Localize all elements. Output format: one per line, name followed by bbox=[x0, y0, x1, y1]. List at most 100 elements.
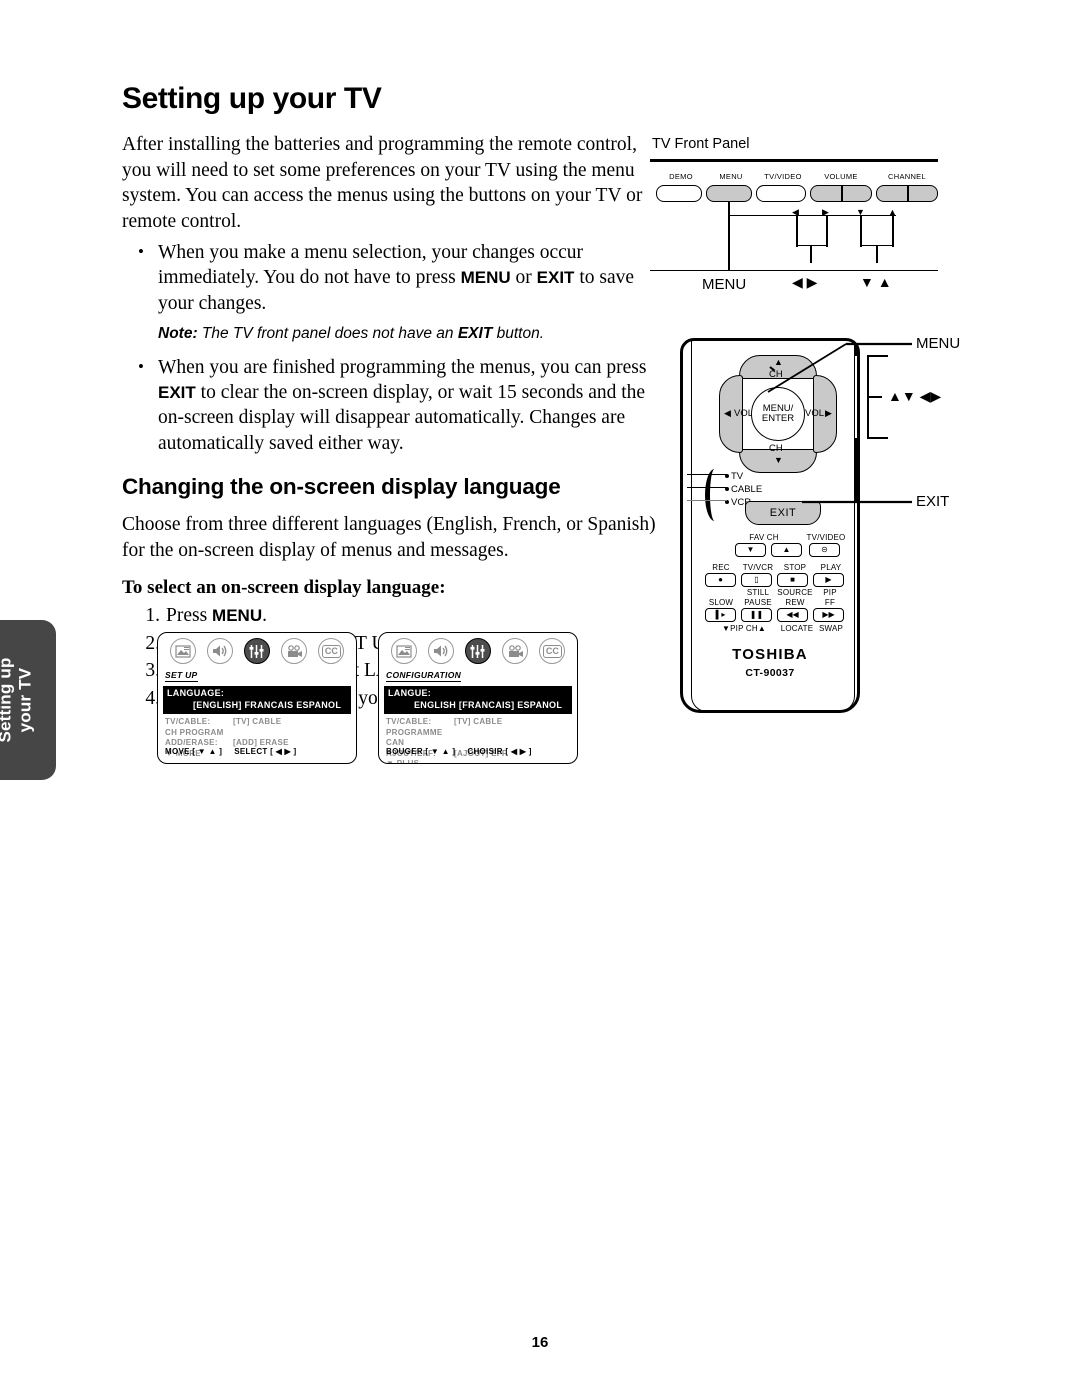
grid-button-fav-ch-down[interactable]: ▼ bbox=[735, 543, 766, 557]
grid-button-stop[interactable]: ■ bbox=[777, 573, 808, 587]
slow-icon: ▌▸ bbox=[715, 610, 726, 619]
section-thumb-tab: Setting up your TV bbox=[0, 620, 56, 780]
note-text-a: The TV front panel does not have an bbox=[197, 324, 458, 342]
section-title: Changing the on-screen display language bbox=[122, 474, 561, 500]
remote-dpad[interactable]: ▲ CH CH ▼ ◀ VOL VOL ▶ MENU/ ENTER bbox=[719, 355, 837, 473]
led-leader-tv bbox=[687, 474, 727, 476]
tv-front-panel-diagram: TV Front Panel DEMO MENU TV/VIDEO VOLUME… bbox=[650, 136, 942, 293]
note-exit-key: EXIT bbox=[457, 324, 493, 342]
bracket-vol-right bbox=[826, 214, 828, 247]
cc-icon-text: CC bbox=[542, 644, 562, 658]
bracket-ch-stem bbox=[876, 244, 878, 263]
procedure-subhead: To select an on-screen display language: bbox=[122, 577, 446, 599]
grid-label-tv-video: TV/VIDEO bbox=[806, 533, 846, 542]
setup-sliders-icon-glyph bbox=[470, 644, 485, 658]
video-source-icon-glyph bbox=[508, 644, 523, 657]
grid-button-play[interactable]: ▶ bbox=[813, 573, 844, 587]
remote-led-cable: CABLE bbox=[725, 484, 762, 495]
cc-icon-text: CC bbox=[321, 644, 341, 658]
rewind-icon: ◀◀ bbox=[786, 610, 799, 619]
audio-icon[interactable] bbox=[206, 638, 233, 664]
front-panel-label-volume: VOLUME bbox=[824, 171, 858, 181]
remote-control-diagram: ▲ CH CH ▼ ◀ VOL VOL ▶ MENU/ ENTER TV CAB… bbox=[650, 330, 980, 730]
dpad-left-arrow-icon: ◀ bbox=[724, 408, 731, 418]
front-panel-button-row: DEMO MENU TV/VIDEO VOLUME CHANNEL ◀ ▶ ▼ … bbox=[650, 171, 942, 293]
grid-label-slow: SLOW bbox=[708, 598, 734, 607]
osd-highlight-row-french[interactable]: LANGUE: ENGLISH [FRANCAIS] ESPANOL bbox=[384, 686, 572, 714]
remote-menu-enter-button[interactable]: MENU/ ENTER bbox=[751, 387, 805, 441]
setup-sliders-icon[interactable] bbox=[464, 638, 491, 664]
audio-icon[interactable] bbox=[427, 638, 454, 664]
front-panel-button-demo[interactable] bbox=[656, 184, 702, 202]
remote-brand-label: TOSHIBA bbox=[732, 646, 808, 663]
front-panel-callout-left-right-arrows: ◀ ▶ bbox=[792, 274, 817, 291]
grid-label-source: SOURCE bbox=[777, 588, 813, 597]
section-paragraph: Choose from three different languages (E… bbox=[122, 514, 656, 561]
grid-label-rew: REW bbox=[785, 598, 805, 607]
osd-screenshot-english: CC SET UP LANGUAGE: [ENGLISH] FRANCAIS E… bbox=[157, 632, 357, 764]
grid-button-slow[interactable]: ▌▸ bbox=[705, 608, 736, 622]
front-panel-button-volume[interactable] bbox=[810, 184, 872, 202]
dpad-up-arrow-icon: ▲ bbox=[774, 357, 783, 367]
front-panel-label-menu: MENU bbox=[719, 171, 743, 181]
tab-line-2: your TV bbox=[16, 667, 36, 733]
osd-row-ch-program-en[interactable]: CH PROGRAM bbox=[165, 728, 356, 739]
bracket-vol-left bbox=[796, 214, 798, 247]
picture-icon[interactable] bbox=[390, 638, 417, 664]
picture-icon-glyph bbox=[395, 644, 412, 658]
grid-button-rew[interactable]: ◀◀ bbox=[777, 608, 808, 622]
grid-label-stop: STOP bbox=[783, 563, 807, 572]
grid-button-tv-vcr[interactable]: ▯ bbox=[741, 573, 772, 587]
fast-forward-icon: ▶▶ bbox=[822, 610, 835, 619]
setup-sliders-icon[interactable] bbox=[243, 638, 270, 664]
osd-row-tv-cable-fr[interactable]: TV/CABLE: [TV] CABLE bbox=[386, 717, 577, 728]
closed-caption-icon[interactable]: CC bbox=[539, 638, 566, 664]
remote-body-outline: ▲ CH CH ▼ ◀ VOL VOL ▶ MENU/ ENTER TV CAB… bbox=[680, 338, 860, 713]
intro-bullet-list-2: When you are finished programming the me… bbox=[122, 354, 662, 456]
pause-icon: ❚❚ bbox=[749, 610, 764, 619]
grid-button-ff[interactable]: ▶▶ bbox=[813, 608, 844, 622]
closed-caption-icon[interactable]: CC bbox=[318, 638, 345, 664]
grid-button-fav-ch-up[interactable]: ▲ bbox=[771, 543, 802, 557]
callout-left-arrow-icon: ◀ bbox=[792, 273, 803, 290]
bracket-vol-stem bbox=[810, 244, 812, 263]
osd-row-key: CH PROGRAM bbox=[165, 727, 224, 737]
remote-exit-button[interactable]: EXIT bbox=[745, 501, 821, 525]
osd-icon-row-english: CC bbox=[158, 633, 356, 665]
osd-row-plus-fr[interactable]: ▼ PLUS bbox=[386, 759, 577, 763]
front-panel-button-tv-video[interactable] bbox=[756, 184, 806, 202]
callout-down-arrow-icon: ▼ bbox=[860, 273, 874, 290]
picture-icon[interactable] bbox=[169, 638, 196, 664]
front-panel-top-rule bbox=[650, 159, 938, 162]
osd-row-programme-can-fr[interactable]: PROGRAMME CAN bbox=[386, 728, 577, 749]
page-number: 16 bbox=[531, 1334, 549, 1351]
grid-button-pause[interactable]: ❚❚ bbox=[741, 608, 772, 622]
video-source-icon[interactable] bbox=[502, 638, 529, 664]
tab-line-1: Setting up bbox=[0, 657, 16, 743]
tv-vcr-icon: ▯ bbox=[754, 575, 759, 584]
led-label-tv: TV bbox=[731, 471, 744, 482]
remote-callout-exit: EXIT bbox=[916, 493, 950, 510]
grid-button-rec[interactable]: ● bbox=[705, 573, 736, 587]
osd-menu-title-english: SET UP bbox=[165, 670, 198, 682]
bullet2-text-b: to clear the on-screen display, or wait … bbox=[158, 382, 646, 454]
osd-highlight-row-english[interactable]: LANGUAGE: [ENGLISH] FRANCAIS ESPANOL bbox=[163, 686, 351, 714]
led-label-cable: CABLE bbox=[731, 484, 763, 495]
bullet1-exit-key: EXIT bbox=[536, 268, 575, 288]
osd-row-tv-cable-en[interactable]: TV/CABLE: [TV] CABLE bbox=[165, 717, 356, 728]
front-panel-button-menu[interactable] bbox=[706, 184, 752, 202]
osd-icon-row-french: CC bbox=[379, 633, 577, 665]
page-title: Setting up your TV bbox=[122, 82, 382, 115]
bullet2-text-a: When you are finished programming the me… bbox=[158, 356, 647, 378]
channel-button-divider bbox=[907, 185, 909, 201]
grid-label-swap: SWAP bbox=[818, 624, 844, 633]
menu-enter-line-2: ENTER bbox=[761, 413, 795, 424]
video-source-icon[interactable] bbox=[281, 638, 308, 664]
remote-callout-arrows: ▲▼ ◀▶ bbox=[888, 388, 942, 404]
front-panel-button-channel[interactable] bbox=[876, 184, 938, 202]
leader-menu-vertical bbox=[728, 201, 730, 270]
grid-button-tv-video[interactable]: ⊝ bbox=[809, 543, 840, 557]
osd-rows-french: TV/CABLE: [TV] CABLE PROGRAMME CAN AJOUT/… bbox=[386, 717, 577, 763]
video-source-icon-glyph bbox=[287, 644, 302, 657]
osd-footer-french: BOUGER [ ▼ ▲ ] CHOISIR [ ◀ ▶ ] bbox=[386, 747, 532, 756]
